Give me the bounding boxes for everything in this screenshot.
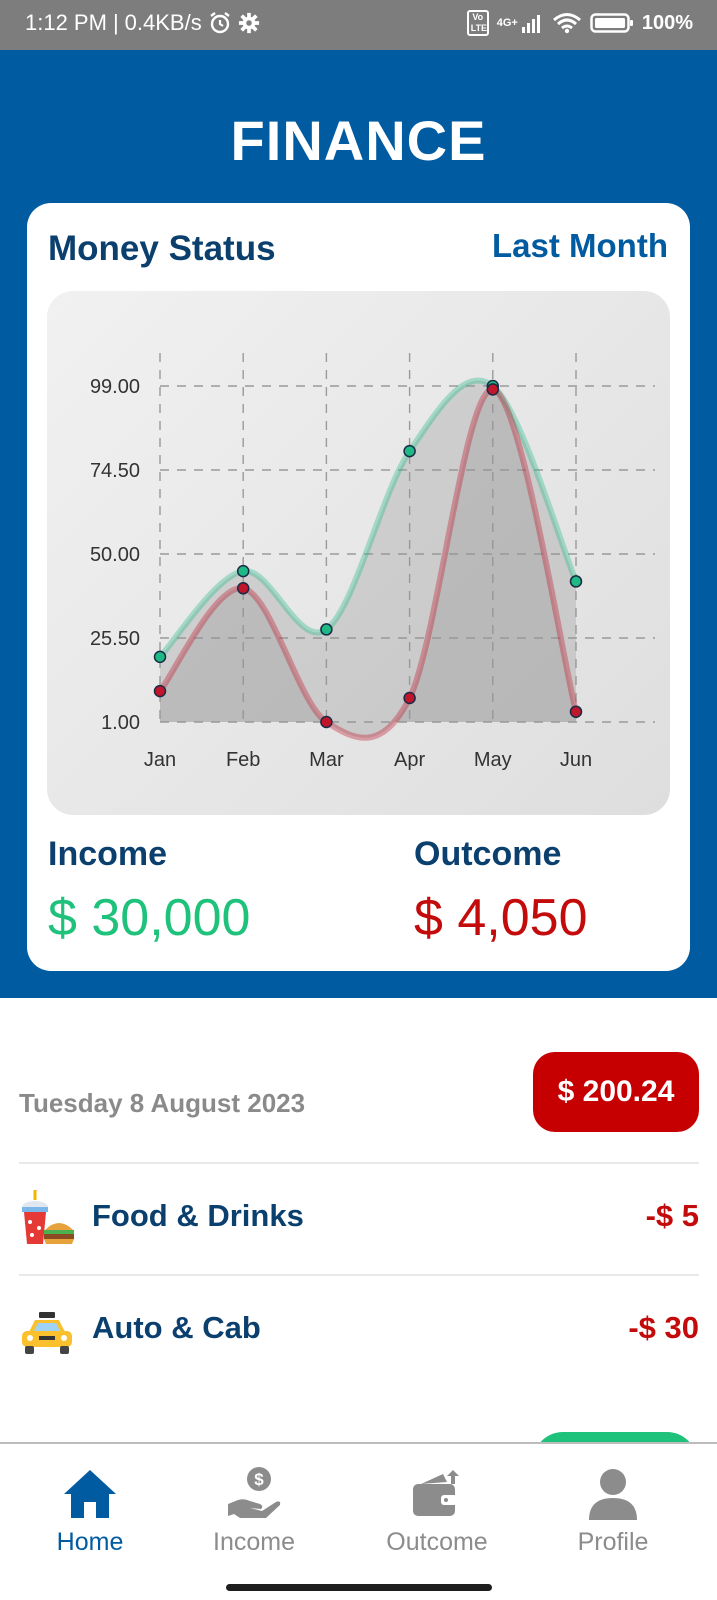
period-selector[interactable]: Last Month [492, 227, 668, 265]
battery-level: 100% [641, 11, 693, 34]
income-label: Income [48, 835, 168, 873]
page-title: FINANCE [230, 109, 487, 172]
divider [19, 1162, 699, 1164]
transaction-label: Auto & Cab [92, 1310, 261, 1345]
network-label: 4G+ [496, 17, 518, 29]
series-0-point [403, 444, 416, 458]
series-1-point [153, 684, 167, 698]
series-0-point [569, 575, 583, 588]
transaction-date: Tuesday 8 August 2023 [19, 1088, 306, 1118]
nav-label: Income [213, 1528, 295, 1556]
home-indicator[interactable] [226, 1584, 492, 1591]
x-tick-label: May [474, 749, 512, 771]
series-1-point [320, 715, 333, 729]
nav-outcome[interactable]: Outcome [367, 1466, 507, 1576]
y-tick-label: 1.00 [101, 712, 140, 734]
transaction-row-cab[interactable]: Auto & Cab -$ 30 [19, 1282, 699, 1382]
svg-text:$: $ [254, 1470, 264, 1489]
taxi-icon [22, 1312, 72, 1354]
transaction-row-food[interactable]: Food & Drinks -$ 5 [19, 1170, 699, 1270]
series-1-point [486, 383, 500, 396]
y-tick-label: 74.50 [90, 460, 140, 482]
outcome-value: $ 4,050 [414, 889, 588, 947]
chart-svg: 99.00 74.50 50.00 25.50 1.00Jan Feb Mar Apr May J… [90, 353, 655, 771]
transaction-amount: -$ 5 [645, 1198, 699, 1233]
nav-label: Outcome [386, 1528, 488, 1556]
nav-income[interactable]: $ Income [184, 1466, 324, 1576]
divider [19, 1274, 699, 1276]
volte-icon: Vo LTE [466, 10, 489, 36]
series-1-point [403, 691, 416, 705]
x-tick-label: Mar [309, 749, 344, 771]
y-tick-label: 99.00 [90, 376, 140, 398]
x-tick-label: Jan [144, 749, 176, 771]
x-tick-label: Jun [560, 749, 592, 771]
series-0-point [236, 564, 250, 578]
wallet-icon [413, 1470, 459, 1516]
settings-gear-icon [238, 12, 259, 34]
series-1-point [569, 705, 583, 718]
transaction-day-header: Tuesday 8 August 2023 $ 200.24 [19, 1052, 699, 1162]
status-left: 1:12 PM | 0.4KB/s [25, 10, 260, 36]
status-right: Vo LTE 4G+ 100% [466, 10, 693, 36]
series-1-point [236, 582, 250, 595]
bottom-navigation: Home $ Income Outcome Profile [0, 1442, 717, 1600]
money-chart: 99.00 74.50 50.00 25.50 1.00 Jan Feb Mar Apr May J… [47, 291, 670, 815]
money-status-title: Money Status [48, 229, 276, 268]
home-icon [64, 1470, 116, 1518]
x-tick-label: Feb [226, 749, 260, 771]
nav-label: Profile [577, 1528, 649, 1556]
nav-label: Home [56, 1528, 124, 1556]
income-hand-dollar-icon: $ [228, 1467, 281, 1518]
income-value: $ 30,000 [48, 889, 251, 947]
transaction-amount: -$ 30 [628, 1310, 699, 1345]
wifi-icon [552, 13, 581, 34]
x-tick-label: Apr [394, 749, 425, 771]
money-status-card: Money Status Last Month 99.00 74.50 50.00 2… [27, 203, 690, 971]
series-0-point [320, 623, 333, 636]
y-tick-label: 25.50 [90, 628, 140, 650]
status-time: 1:12 PM [25, 10, 107, 35]
status-net-speed: 0.4KB/s [124, 10, 202, 35]
person-icon [589, 1469, 637, 1520]
y-tick-label: 50.00 [90, 544, 140, 566]
status-bar: 1:12 PM | 0.4KB/s Vo LTE 4G+ 100% [0, 0, 717, 50]
alarm-icon [209, 12, 230, 34]
nav-profile[interactable]: Profile [543, 1466, 683, 1576]
food-drinks-icon [22, 1190, 74, 1244]
signal-icon [521, 15, 540, 33]
outcome-label: Outcome [414, 835, 562, 873]
day-total-badge[interactable]: $ 200.24 [533, 1052, 699, 1132]
battery-icon [590, 13, 633, 33]
transaction-label: Food & Drinks [92, 1198, 304, 1233]
series-0-point [153, 650, 167, 664]
nav-home[interactable]: Home [20, 1466, 160, 1576]
